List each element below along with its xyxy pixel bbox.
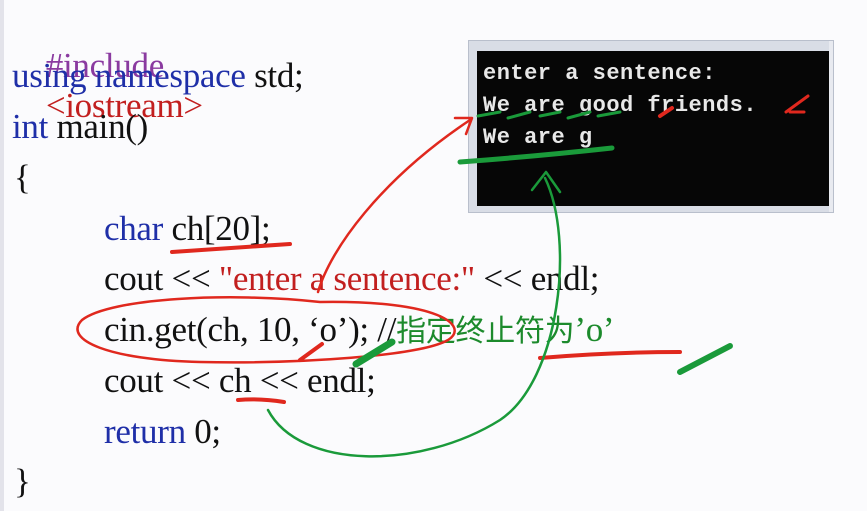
code-line-using: using namespace std; [12, 56, 304, 96]
code-line-char-decl: char ch[20]; [104, 209, 271, 249]
comment-text: 指定终止符为 [396, 314, 575, 349]
red-underline-comment [538, 350, 682, 360]
cout-ch-statement: cout << ch << endl; [104, 361, 376, 400]
console-scroll-strip [829, 41, 833, 212]
int-keyword: int [12, 107, 49, 146]
slide-margin [0, 0, 4, 511]
cin-get-call: cin.get(ch, 10, ‘o’); // [104, 310, 397, 349]
console-line-input: We are good friends. [483, 93, 758, 118]
char-keyword: char [104, 209, 164, 248]
code-line-cout-prompt: cout << "enter a sentence:" << endl; [104, 259, 599, 299]
green-underline-comment-o [677, 343, 733, 375]
code-line-open-brace: { [14, 158, 31, 198]
code-line-main: int main() [12, 107, 148, 147]
return-keyword: return [104, 412, 186, 451]
console-line-output: We are g [483, 125, 593, 150]
code-line-close-brace: } [14, 462, 31, 502]
console-window: enter a sentence: We are good friends. W… [468, 40, 834, 213]
console-line-prompt: enter a sentence: [483, 61, 716, 86]
main-signature: main() [48, 107, 149, 146]
close-brace: } [14, 462, 31, 501]
open-brace: { [14, 158, 31, 197]
code-line-return: return 0; [104, 412, 221, 452]
cout-operator: cout << [104, 259, 219, 298]
endl-tail: << endl; [474, 259, 600, 298]
std-namespace: std; [245, 56, 304, 95]
slide: #include <iostream> using namespace std;… [0, 0, 867, 511]
code-line-cout-ch: cout << ch << endl; [104, 361, 376, 401]
array-declaration: ch[20]; [163, 209, 271, 248]
return-value: 0; [185, 412, 221, 451]
comment-quote-o: ’o’ [574, 310, 615, 349]
using-keyword: using namespace [12, 56, 246, 95]
prompt-string: "enter a sentence:" [218, 259, 475, 298]
code-line-cin-get: cin.get(ch, 10, ‘o’); //指定终止符为’o’ [104, 310, 615, 352]
console-output: enter a sentence: We are good friends. W… [477, 51, 829, 206]
